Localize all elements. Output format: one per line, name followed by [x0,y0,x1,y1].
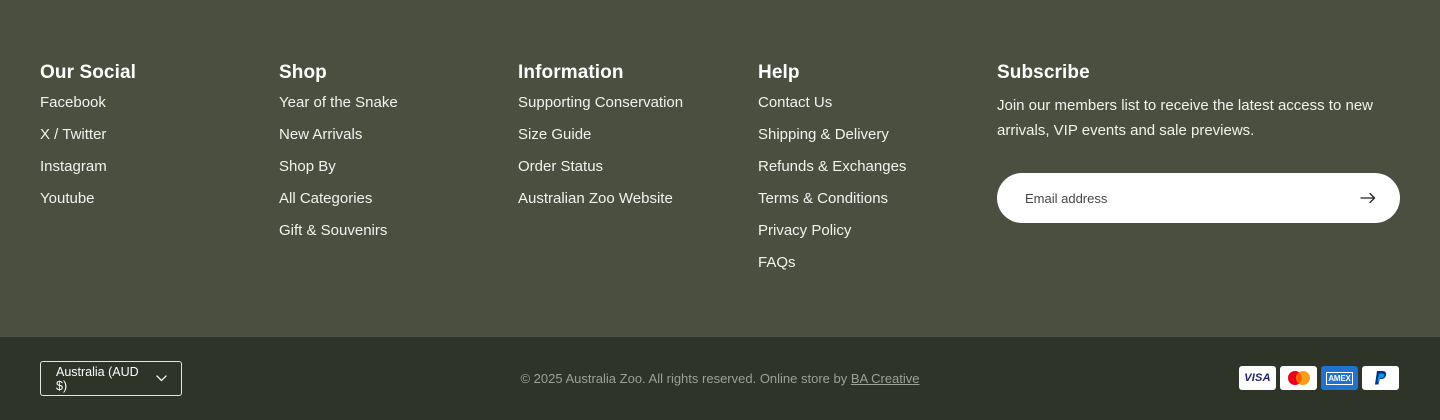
subscribe-description: Join our members list to receive the lat… [997,97,1373,139]
subscribe-submit-button[interactable] [1356,186,1380,210]
copyright: © 2025 Australia Zoo. All rights reserve… [0,371,1440,386]
column-title-help: Help [758,62,800,83]
help-links: Contact Us Shipping & Delivery Refunds &… [758,93,906,285]
visa-icon: VISA [1239,366,1276,390]
payment-methods: VISA AMEX [1239,366,1399,390]
footer-link-australian-zoo-website[interactable]: Australian Zoo Website [518,189,683,221]
footer-link-new-arrivals[interactable]: New Arrivals [279,125,398,157]
ba-creative-link[interactable]: BA Creative [851,371,920,386]
footer-link-youtube[interactable]: Youtube [40,189,136,221]
shop-links: Year of the Snake New Arrivals Shop By A… [279,93,398,253]
footer-link-supporting-conservation[interactable]: Supporting Conservation [518,93,683,125]
newsletter-form [997,173,1400,223]
footer-link-terms-conditions[interactable]: Terms & Conditions [758,189,906,221]
visa-wordmark: VISA [1244,372,1271,384]
footer-column-information: Information Supporting Conservation Size… [518,62,683,221]
email-input[interactable] [1025,190,1325,206]
arrow-right-icon [1360,192,1376,204]
footer-link-refunds-exchanges[interactable]: Refunds & Exchanges [758,157,906,189]
column-title-information: Information [518,62,624,83]
footer-link-facebook[interactable]: Facebook [40,93,136,125]
footer-top: Our Social Facebook X / Twitter Instagra… [0,0,1440,337]
footer-link-shop-by[interactable]: Shop By [279,157,398,189]
amex-icon: AMEX [1321,366,1358,390]
footer-column-help: Help Contact Us Shipping & Delivery Refu… [758,62,906,285]
footer-link-year-of-the-snake[interactable]: Year of the Snake [279,93,398,125]
footer-link-contact-us[interactable]: Contact Us [758,93,906,125]
footer-link-shipping-delivery[interactable]: Shipping & Delivery [758,125,906,157]
footer-link-all-categories[interactable]: All Categories [279,189,398,221]
footer-link-privacy-policy[interactable]: Privacy Policy [758,221,906,253]
footer-column-shop: Shop Year of the Snake New Arrivals Shop… [279,62,398,253]
mastercard-icon [1280,366,1317,390]
social-links: Facebook X / Twitter Instagram Youtube [40,93,136,221]
footer-link-size-guide[interactable]: Size Guide [518,125,683,157]
information-links: Supporting Conservation Size Guide Order… [518,93,683,221]
footer-link-instagram[interactable]: Instagram [40,157,136,189]
footer-bottom: Australia (AUD $) © 2025 Australia Zoo. … [0,337,1440,420]
amex-wordmark: AMEX [1326,371,1353,385]
footer-link-gift-souvenirs[interactable]: Gift & Souvenirs [279,221,398,253]
footer-link-twitter[interactable]: X / Twitter [40,125,136,157]
footer-link-faqs[interactable]: FAQs [758,253,906,285]
copyright-text: © 2025 Australia Zoo. All rights reserve… [520,371,851,386]
column-title-social: Our Social [40,62,137,83]
footer-column-subscribe: Subscribe Join our members list to recei… [997,62,1400,143]
footer-link-order-status[interactable]: Order Status [518,157,683,189]
column-title-subscribe: Subscribe [997,62,1090,83]
footer-column-social: Our Social Facebook X / Twitter Instagra… [40,62,136,221]
column-title-shop: Shop [279,62,327,83]
paypal-icon [1362,366,1399,390]
